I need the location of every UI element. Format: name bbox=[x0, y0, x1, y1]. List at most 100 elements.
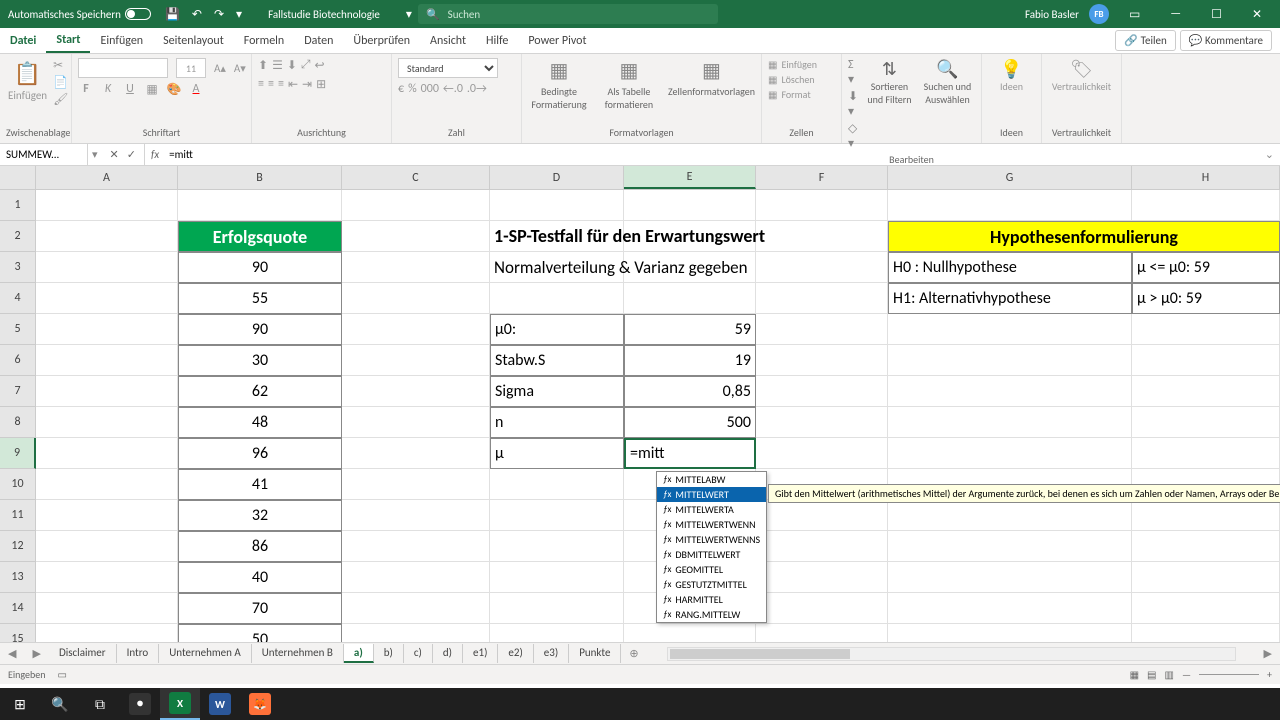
cell-B9[interactable]: 96 bbox=[178, 438, 342, 469]
sheet-tab[interactable]: a) bbox=[344, 644, 374, 663]
cell-H13[interactable] bbox=[1132, 562, 1280, 593]
macro-record-icon[interactable]: ▭ bbox=[58, 668, 67, 681]
maximize-icon[interactable]: ☐ bbox=[1201, 7, 1232, 22]
col-header-A[interactable]: A bbox=[36, 166, 178, 189]
copy-icon[interactable]: 📄 bbox=[53, 75, 68, 90]
sheet-tab[interactable]: Disclaimer bbox=[49, 644, 117, 663]
underline-button[interactable]: U bbox=[122, 82, 138, 97]
cell-D2[interactable]: 1-SP-Testfall für den Erwartungswert bbox=[490, 221, 624, 252]
align-top-icon[interactable]: ⬆ bbox=[258, 58, 268, 73]
cell-G5[interactable] bbox=[888, 314, 1132, 345]
cell-H12[interactable] bbox=[1132, 531, 1280, 562]
cell-E15[interactable] bbox=[624, 624, 756, 642]
ribbon-display-icon[interactable]: ▭ bbox=[1119, 7, 1150, 22]
row-header-4[interactable]: 4 bbox=[0, 283, 36, 314]
cell-G14[interactable] bbox=[888, 593, 1132, 624]
cell-F13[interactable] bbox=[756, 562, 888, 593]
cell-B13[interactable]: 40 bbox=[178, 562, 342, 593]
cell-C13[interactable] bbox=[342, 562, 490, 593]
formula-autocomplete[interactable]: ƒxMITTELABWƒxMITTELWERTƒxMITTELWERTAƒxMI… bbox=[656, 471, 767, 623]
cell-E6[interactable]: 19 bbox=[624, 345, 756, 376]
cell-C14[interactable] bbox=[342, 593, 490, 624]
cell-H3[interactable]: μ <= μ0: 59 bbox=[1132, 252, 1280, 283]
tab-daten[interactable]: Daten bbox=[294, 28, 343, 53]
cell-G2[interactable]: Hypothesenformulierung bbox=[888, 221, 1280, 252]
increase-font-icon[interactable]: A▴ bbox=[214, 62, 226, 75]
orientation-icon[interactable]: ⤢ bbox=[301, 58, 311, 73]
row-header-5[interactable]: 5 bbox=[0, 314, 36, 345]
cut-icon[interactable]: ✂ bbox=[53, 58, 68, 73]
cell-E3[interactable] bbox=[624, 252, 756, 283]
autocomplete-item[interactable]: ƒxGESTUTZTMITTEL bbox=[657, 577, 766, 592]
filename[interactable]: Fallstudie Biotechnologie bbox=[248, 8, 400, 21]
view-page-icon[interactable]: ▤ bbox=[1147, 668, 1156, 681]
font-name-input[interactable] bbox=[78, 58, 168, 78]
cell-H6[interactable] bbox=[1132, 345, 1280, 376]
fill-color-button[interactable]: 🎨 bbox=[166, 82, 182, 97]
cell-D10[interactable] bbox=[490, 469, 624, 500]
cell-F8[interactable] bbox=[756, 407, 888, 438]
col-header-E[interactable]: E bbox=[624, 166, 756, 189]
cell-E1[interactable] bbox=[624, 190, 756, 221]
task-view-icon[interactable]: ⧉ bbox=[80, 688, 120, 720]
save-icon[interactable]: 💾 bbox=[159, 7, 186, 22]
cell-D14[interactable] bbox=[490, 593, 624, 624]
wrap-text-icon[interactable]: ↩ bbox=[315, 58, 325, 73]
cell-C15[interactable] bbox=[342, 624, 490, 642]
cell-B4[interactable]: 55 bbox=[178, 283, 342, 314]
cell-E4[interactable] bbox=[624, 283, 756, 314]
cell-D11[interactable] bbox=[490, 500, 624, 531]
cell-A7[interactable] bbox=[36, 376, 178, 407]
cell-G6[interactable] bbox=[888, 345, 1132, 376]
cell-B5[interactable]: 90 bbox=[178, 314, 342, 345]
cell-H15[interactable] bbox=[1132, 624, 1280, 642]
cell-F5[interactable] bbox=[756, 314, 888, 345]
cell-F9[interactable] bbox=[756, 438, 888, 469]
zoom-out-icon[interactable]: — bbox=[1182, 668, 1191, 681]
row-header-2[interactable]: 2 bbox=[0, 221, 36, 252]
cell-A9[interactable] bbox=[36, 438, 178, 469]
new-sheet-icon[interactable]: ⊕ bbox=[621, 647, 646, 660]
cell-A8[interactable] bbox=[36, 407, 178, 438]
cell-A6[interactable] bbox=[36, 345, 178, 376]
cell-F15[interactable] bbox=[756, 624, 888, 642]
col-header-C[interactable]: C bbox=[342, 166, 490, 189]
sheet-tab[interactable]: b) bbox=[374, 644, 404, 663]
formula-expand-icon[interactable]: ⌄ bbox=[1259, 148, 1280, 161]
cell-A14[interactable] bbox=[36, 593, 178, 624]
align-right-icon[interactable]: ≡ bbox=[278, 77, 284, 92]
close-icon[interactable]: ✕ bbox=[1242, 7, 1272, 22]
cell-styles-button[interactable]: ▦Zellenformatvorlagen bbox=[668, 58, 755, 124]
autocomplete-item[interactable]: ƒxDBMITTELWERT bbox=[657, 547, 766, 562]
app-word[interactable]: W bbox=[200, 688, 240, 720]
row-header-14[interactable]: 14 bbox=[0, 593, 36, 624]
cell-B7[interactable]: 62 bbox=[178, 376, 342, 407]
cell-H1[interactable] bbox=[1132, 190, 1280, 221]
row-header-11[interactable]: 11 bbox=[0, 500, 36, 531]
comma-icon[interactable]: 000 bbox=[421, 82, 439, 96]
undo-icon[interactable]: ↶ bbox=[186, 7, 208, 22]
autocomplete-item[interactable]: ƒxHARMITTEL bbox=[657, 592, 766, 607]
spreadsheet-grid[interactable]: A B C D E F G H 12Erfolgsquote1-SP-Testf… bbox=[0, 166, 1280, 642]
autocomplete-item[interactable]: ƒxMITTELWERTWENNS bbox=[657, 532, 766, 547]
sheet-tab[interactable]: e3) bbox=[534, 644, 569, 663]
autosum-icon[interactable]: Σ ▾ bbox=[848, 58, 859, 87]
filename-dropdown-icon[interactable]: ▾ bbox=[400, 7, 418, 22]
cell-G1[interactable] bbox=[888, 190, 1132, 221]
cell-H9[interactable] bbox=[1132, 438, 1280, 469]
cell-E9[interactable]: =mitt bbox=[624, 438, 756, 469]
col-header-G[interactable]: G bbox=[888, 166, 1132, 189]
sheet-tab[interactable]: e2) bbox=[498, 644, 533, 663]
col-header-D[interactable]: D bbox=[490, 166, 624, 189]
cell-A15[interactable] bbox=[36, 624, 178, 642]
tab-datei[interactable]: Datei bbox=[0, 28, 46, 53]
cell-C4[interactable] bbox=[342, 283, 490, 314]
app-excel[interactable]: X bbox=[160, 688, 200, 720]
cell-D8[interactable]: n bbox=[490, 407, 624, 438]
format-button[interactable]: ▦ Format bbox=[768, 88, 835, 101]
toggle-switch[interactable] bbox=[125, 8, 151, 20]
cell-E8[interactable]: 500 bbox=[624, 407, 756, 438]
cell-B11[interactable]: 32 bbox=[178, 500, 342, 531]
cell-A13[interactable] bbox=[36, 562, 178, 593]
cell-D12[interactable] bbox=[490, 531, 624, 562]
